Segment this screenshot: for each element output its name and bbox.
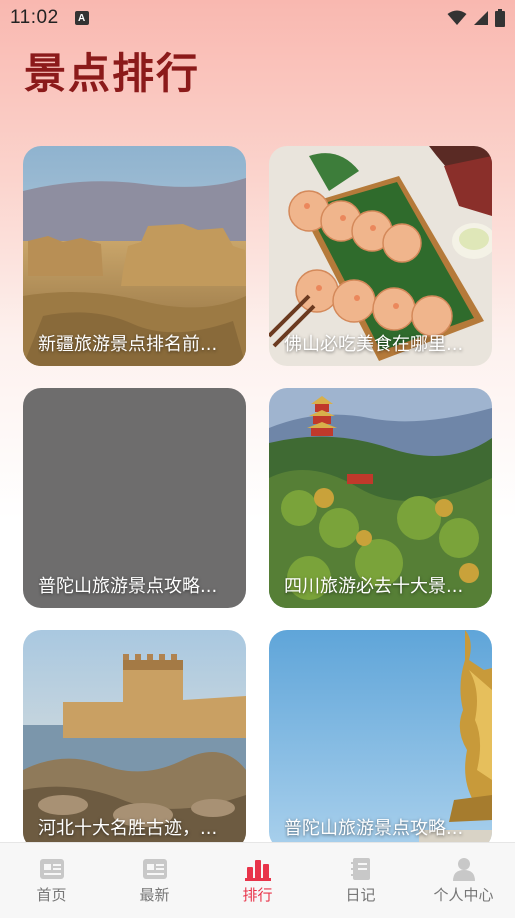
ranking-icon (244, 860, 271, 881)
card-title: 河北十大名胜古迹，... (38, 818, 218, 839)
attraction-card[interactable]: 佛山必吃美食在哪里... (269, 146, 492, 366)
tab-label: 排行 (242, 886, 273, 904)
attraction-card[interactable]: 新疆旅游景点排名前... (23, 146, 246, 366)
bottom-tab-bar: 首页 最新 排行 日记 个人中心 (0, 842, 515, 918)
diary-icon (350, 858, 370, 880)
signal-icon (474, 11, 488, 25)
tab-label: 首页 (36, 886, 67, 904)
attraction-card[interactable]: 四川旅游必去十大景... (269, 388, 492, 608)
attraction-card[interactable]: 普陀山旅游景点攻略... (269, 630, 492, 850)
tab-diary[interactable]: 日记 (309, 843, 412, 918)
status-bar: 11:02 A (0, 0, 515, 36)
attraction-grid: 新疆旅游景点排名前... 佛山必吃美食在哪里... 普陀山旅游景点攻略... 四… (23, 146, 492, 850)
status-time: 11:02 (10, 7, 59, 28)
notification-icon: A (74, 11, 89, 25)
battery-icon (495, 9, 505, 27)
status-left: 11:02 A (10, 7, 89, 29)
wifi-icon (447, 10, 467, 25)
attraction-card[interactable]: 河北十大名胜古迹，... (23, 630, 246, 850)
card-title: 四川旅游必去十大景... (284, 576, 464, 597)
tab-label: 个人中心 (433, 886, 494, 904)
attraction-card[interactable]: 普陀山旅游景点攻略... (23, 388, 246, 608)
tab-label: 最新 (139, 886, 170, 904)
card-title: 新疆旅游景点排名前... (38, 334, 218, 355)
card-title: 佛山必吃美食在哪里... (284, 334, 464, 355)
page-title: 景点排行 (24, 49, 201, 98)
tab-profile[interactable]: 个人中心 (412, 843, 515, 918)
tab-ranking[interactable]: 排行 (206, 843, 309, 918)
person-icon (452, 858, 475, 881)
tab-latest[interactable]: 最新 (103, 843, 206, 918)
card-title: 普陀山旅游景点攻略... (284, 818, 464, 839)
tab-label: 日记 (345, 886, 376, 904)
news-icon (142, 859, 167, 879)
tab-home[interactable]: 首页 (0, 843, 103, 918)
status-right (447, 9, 505, 27)
home-icon (39, 859, 64, 879)
card-title: 普陀山旅游景点攻略... (38, 576, 218, 597)
